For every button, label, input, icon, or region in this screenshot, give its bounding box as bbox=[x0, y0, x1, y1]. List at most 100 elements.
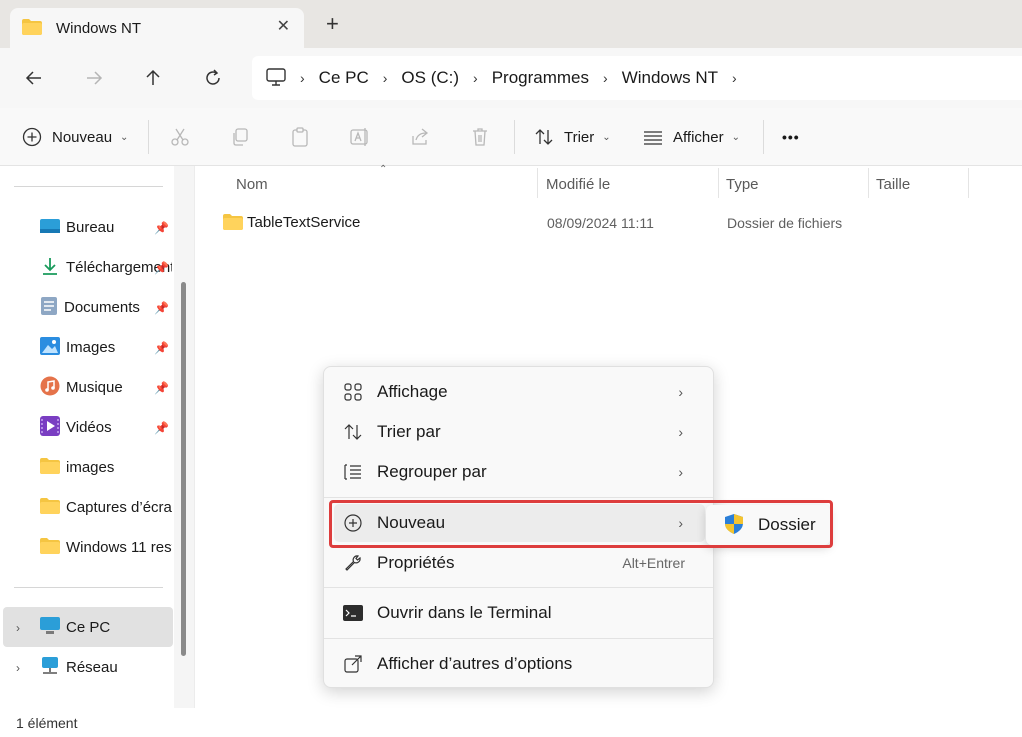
column-divider[interactable] bbox=[537, 168, 538, 198]
sort-button[interactable]: Trier ⌄ bbox=[534, 108, 611, 166]
refresh-button[interactable] bbox=[201, 66, 225, 90]
sidebar-item-label: Captures d’écran bbox=[66, 498, 172, 516]
tab-windows-nt[interactable]: Windows NT ✕ bbox=[10, 8, 304, 48]
table-row[interactable]: TableTextService 08/09/2024 11:11 Dossie… bbox=[217, 208, 997, 238]
breadcrumb-programmes[interactable]: Programmes bbox=[492, 68, 589, 88]
sidebar-item-label: Ce PC bbox=[66, 618, 111, 636]
sidebar-item-captures[interactable]: Captures d’écran bbox=[40, 492, 180, 522]
menu-item-regrouper-par[interactable]: Regrouper par › bbox=[334, 453, 705, 491]
videos-icon bbox=[40, 415, 60, 439]
view-button[interactable]: Afficher ⌄ bbox=[643, 108, 740, 166]
toolbar-divider bbox=[148, 120, 149, 154]
view-button-label: Afficher bbox=[673, 128, 724, 146]
status-bar: 1 élément bbox=[0, 708, 1022, 737]
column-divider[interactable] bbox=[968, 168, 969, 198]
new-button[interactable]: Nouveau ⌄ bbox=[22, 108, 128, 166]
delete-button[interactable] bbox=[470, 108, 490, 166]
close-tab-icon[interactable]: ✕ bbox=[277, 19, 290, 35]
refresh-icon bbox=[206, 69, 220, 85]
share-icon bbox=[412, 128, 429, 145]
cut-button[interactable] bbox=[170, 108, 190, 166]
command-bar: Nouveau ⌄ Trier ⌄ Afficher ⌄ ••• bbox=[0, 108, 1022, 166]
address-bar[interactable]: › Ce PC › OS (C:) › Programmes › Windows… bbox=[252, 56, 1022, 100]
menu-item-label: Ouvrir dans le Terminal bbox=[377, 603, 552, 622]
column-divider[interactable] bbox=[718, 168, 719, 198]
menu-item-terminal[interactable]: Ouvrir dans le Terminal bbox=[334, 594, 705, 632]
pictures-icon bbox=[40, 336, 60, 358]
forward-button[interactable] bbox=[82, 66, 106, 90]
pin-icon[interactable]: 📌 bbox=[154, 301, 169, 315]
menu-item-label: Propriétés bbox=[377, 553, 455, 572]
column-header-type[interactable]: Type bbox=[726, 176, 759, 193]
download-icon bbox=[40, 256, 60, 279]
back-button[interactable] bbox=[22, 66, 46, 90]
arrow-left-icon bbox=[25, 71, 41, 85]
column-header-modified[interactable]: Modifié le bbox=[546, 176, 610, 193]
wrench-icon bbox=[342, 552, 364, 574]
menu-separator bbox=[324, 638, 713, 639]
list-view-icon bbox=[644, 131, 662, 145]
share-button[interactable] bbox=[410, 108, 430, 166]
breadcrumb-separator[interactable]: › bbox=[732, 70, 737, 86]
sidebar-item-images-folder[interactable]: images bbox=[40, 452, 180, 482]
menu-separator bbox=[324, 587, 713, 588]
menu-item-label: Regrouper par bbox=[377, 462, 487, 481]
breadcrumb-ce-pc[interactable]: Ce PC bbox=[319, 68, 369, 88]
chevron-right-icon[interactable]: › bbox=[16, 621, 20, 635]
chevron-right-icon[interactable]: › bbox=[16, 661, 20, 675]
chevron-down-icon: ⌄ bbox=[120, 131, 129, 143]
shortcut-label: Alt+Entrer bbox=[622, 555, 685, 571]
menu-item-proprietes[interactable]: Propriétés Alt+Entrer bbox=[334, 544, 705, 582]
paste-button[interactable] bbox=[290, 108, 310, 166]
monitor-icon bbox=[266, 67, 286, 89]
pin-icon[interactable]: 📌 bbox=[154, 421, 169, 435]
plus-circle-icon bbox=[22, 127, 42, 147]
column-header-size[interactable]: Taille bbox=[876, 176, 910, 193]
rename-button[interactable] bbox=[350, 108, 372, 166]
sidebar-item-label: Réseau bbox=[66, 658, 118, 676]
network-icon bbox=[40, 656, 60, 678]
up-button[interactable] bbox=[141, 66, 165, 90]
copy-button[interactable] bbox=[230, 108, 250, 166]
chevron-down-icon: ⌄ bbox=[602, 131, 611, 143]
breadcrumb-windows-nt[interactable]: Windows NT bbox=[622, 68, 718, 88]
breadcrumb-separator[interactable]: › bbox=[383, 70, 388, 86]
tab-title: Windows NT bbox=[56, 19, 142, 37]
item-count: 1 élément bbox=[16, 715, 78, 731]
folder-icon bbox=[22, 18, 42, 38]
sidebar-scroll-thumb[interactable] bbox=[181, 282, 186, 656]
toolbar-divider bbox=[514, 120, 515, 154]
folder-icon bbox=[40, 537, 60, 557]
file-modified: 08/09/2024 11:11 bbox=[547, 215, 654, 231]
computer-icon bbox=[40, 616, 60, 638]
column-header-name[interactable]: Nom bbox=[236, 176, 268, 193]
sidebar-item-label: Windows 11 restaurer bbox=[66, 538, 172, 556]
pin-icon[interactable]: 📌 bbox=[154, 381, 169, 395]
sidebar-item-ce-pc[interactable]: Ce PC bbox=[40, 612, 180, 642]
menu-separator bbox=[324, 497, 713, 498]
arrow-right-icon bbox=[87, 71, 103, 85]
breadcrumb-separator[interactable]: › bbox=[473, 70, 478, 86]
new-tab-button[interactable]: + bbox=[326, 13, 339, 35]
sidebar-item-reseau[interactable]: Réseau bbox=[40, 652, 180, 682]
sidebar-divider bbox=[14, 587, 163, 588]
menu-item-trier-par[interactable]: Trier par › bbox=[334, 413, 705, 451]
pin-icon[interactable]: 📌 bbox=[154, 261, 169, 275]
more-options-button[interactable]: ••• bbox=[782, 108, 800, 166]
pin-icon[interactable]: 📌 bbox=[154, 221, 169, 235]
clipboard-icon bbox=[292, 127, 308, 147]
sort-icon bbox=[535, 129, 553, 145]
menu-item-affichage[interactable]: Affichage › bbox=[334, 373, 705, 411]
menu-item-more-options[interactable]: Afficher d’autres d’options bbox=[334, 645, 705, 683]
column-divider[interactable] bbox=[868, 168, 869, 198]
breadcrumb-separator: › bbox=[300, 70, 305, 86]
breadcrumb-separator[interactable]: › bbox=[603, 70, 608, 86]
external-icon bbox=[342, 653, 364, 675]
arrow-up-icon bbox=[146, 69, 160, 85]
sidebar-divider bbox=[14, 186, 163, 187]
tab-bar: Windows NT ✕ + bbox=[0, 0, 1022, 48]
sort-button-label: Trier bbox=[564, 128, 595, 146]
pin-icon[interactable]: 📌 bbox=[154, 341, 169, 355]
breadcrumb-os-c[interactable]: OS (C:) bbox=[401, 68, 459, 88]
sidebar-item-windows-11[interactable]: Windows 11 restaurer bbox=[40, 532, 180, 562]
